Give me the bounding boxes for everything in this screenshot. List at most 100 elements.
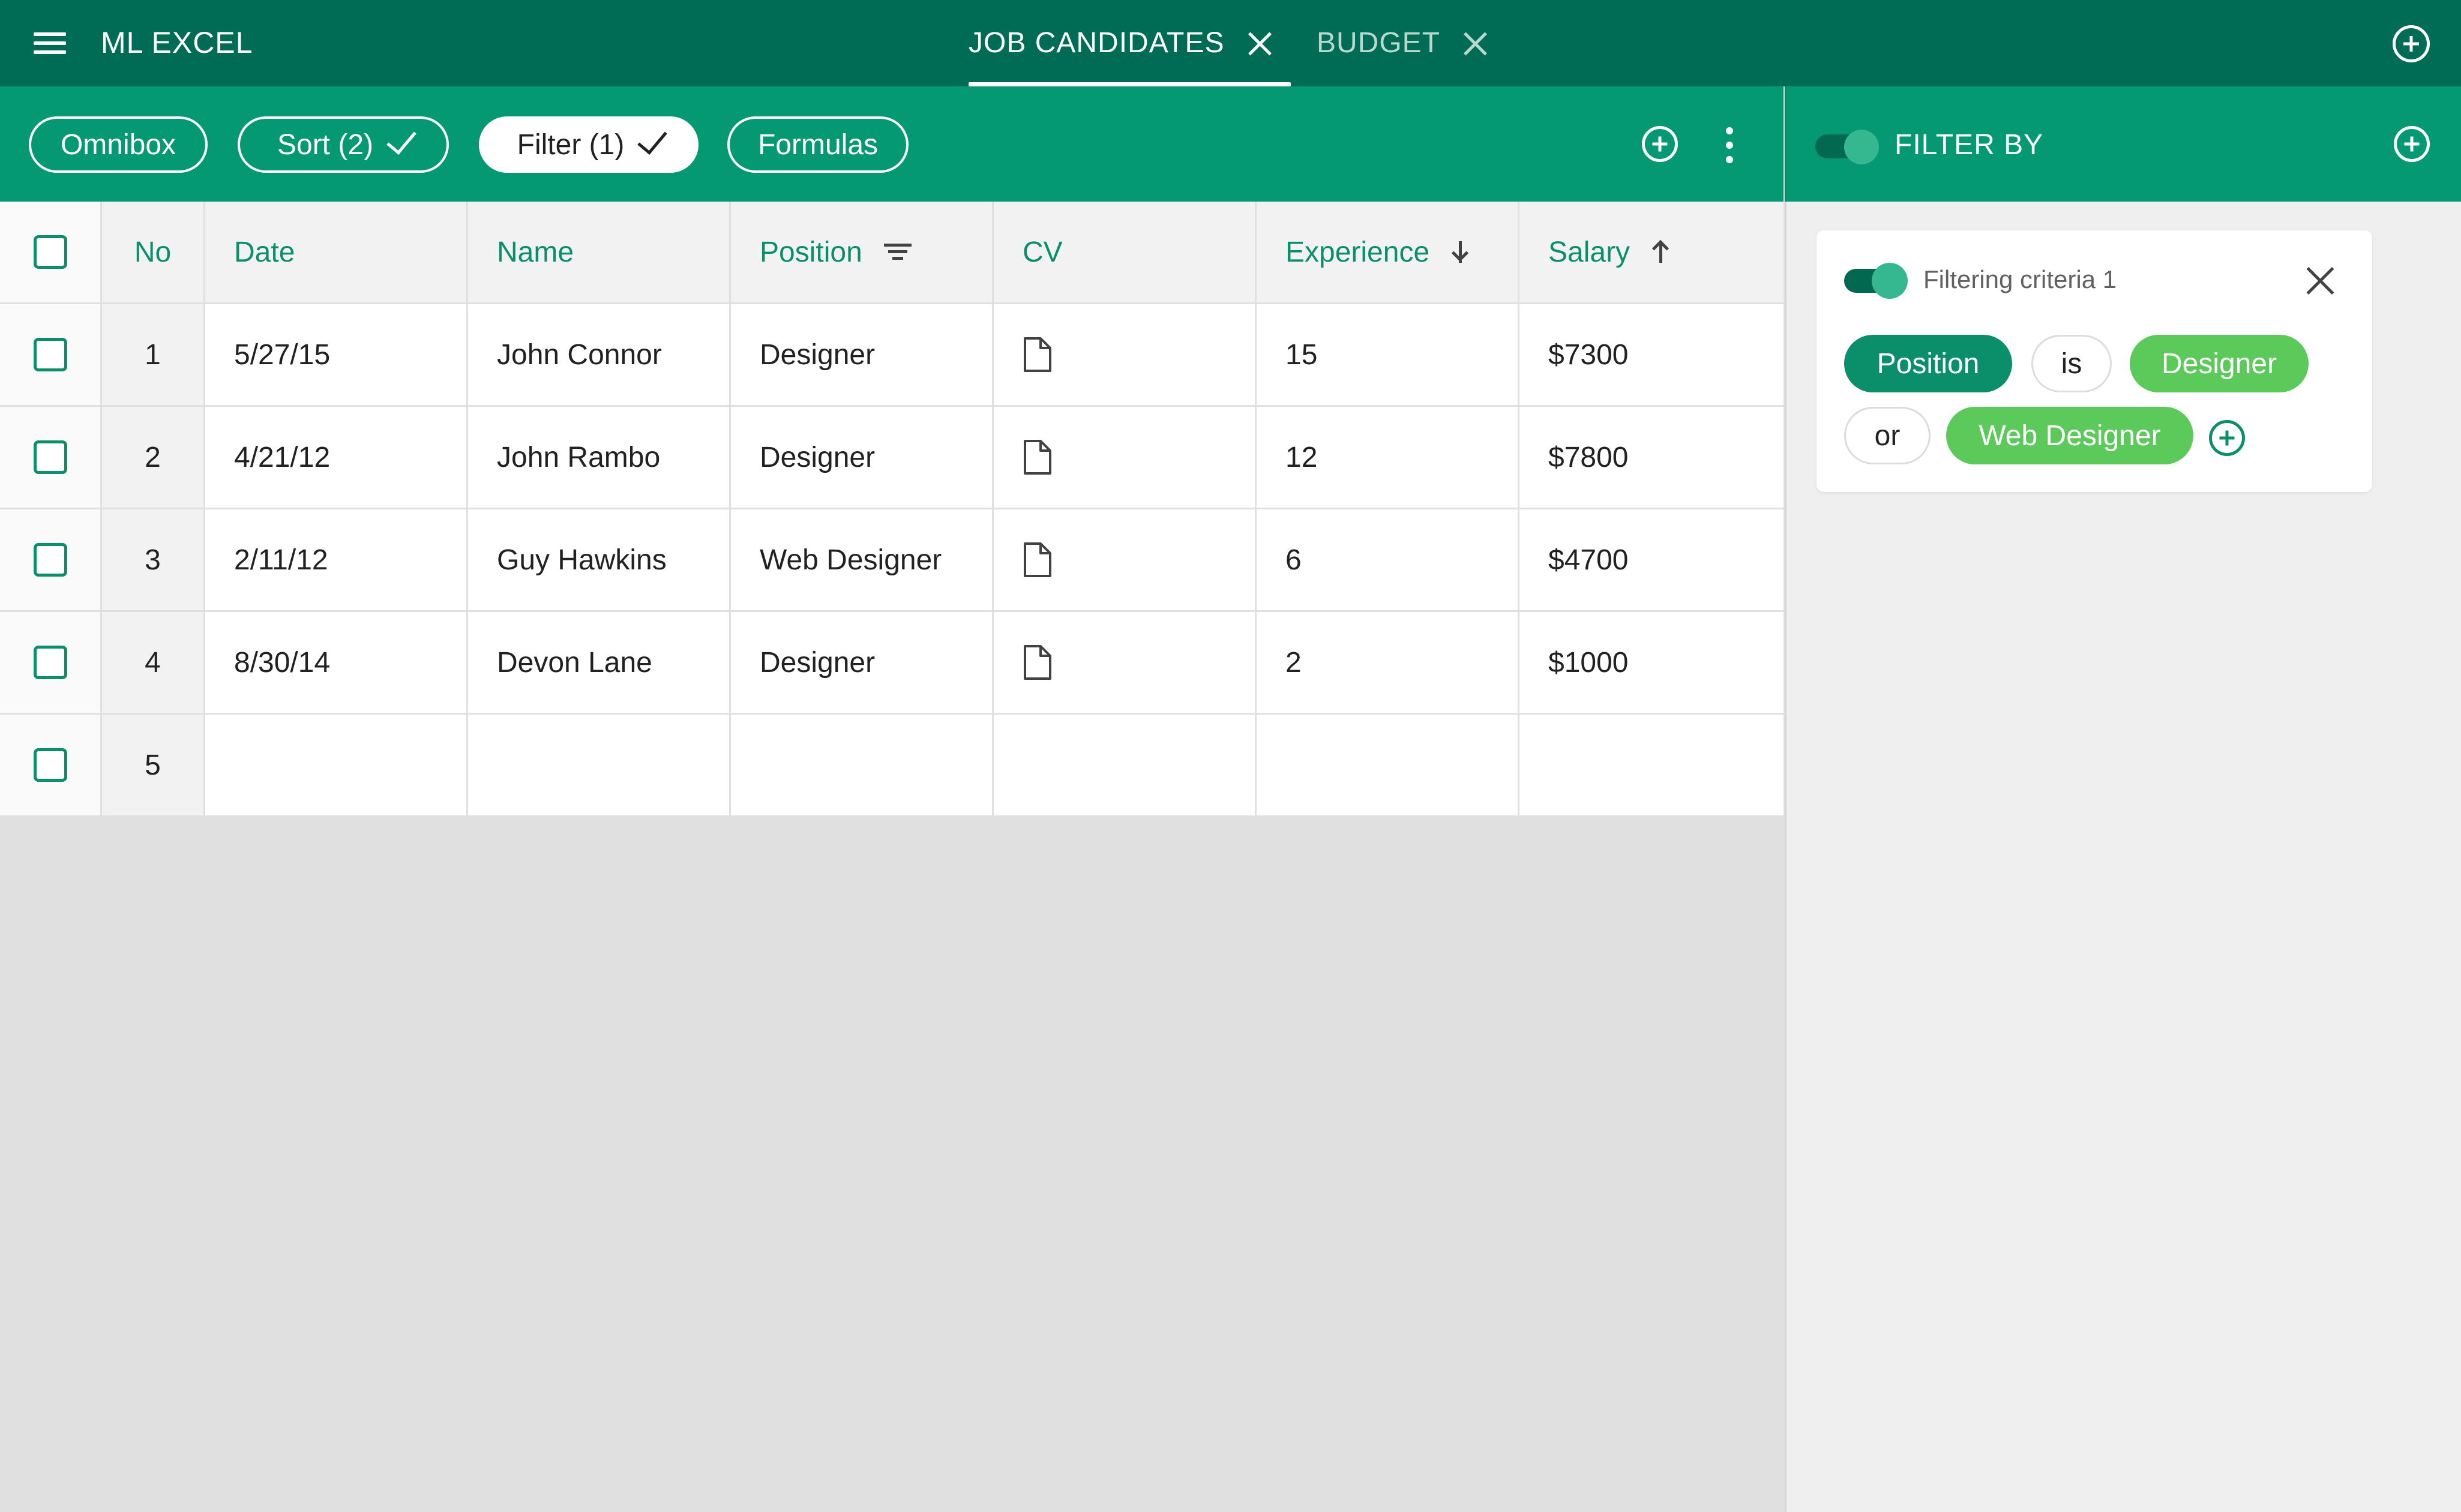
filter-enable-toggle[interactable] [1815, 130, 1880, 164]
column-header-no[interactable]: No [102, 202, 205, 302]
row-checkbox[interactable] [33, 338, 67, 371]
arrow-down-icon[interactable] [1451, 240, 1469, 264]
filter-panel: Filtering criteria 1 Position is Designe… [1785, 202, 2461, 1512]
salary-cell[interactable]: $4700 [1519, 509, 1783, 610]
sort-chip[interactable]: Sort (2) [238, 116, 449, 173]
data-table: No Date Name Position CV Experience Sala… [0, 202, 1783, 817]
column-label: Experience [1285, 236, 1430, 268]
salary-cell[interactable]: $7300 [1519, 304, 1783, 405]
column-label: Date [234, 236, 295, 268]
chip-label: Omnibox [60, 128, 176, 161]
criteria-field-pill[interactable]: Position [1844, 335, 2012, 392]
add-criteria-icon[interactable] [2394, 126, 2430, 162]
table-row: 3 2/11/12 Guy Hawkins Web Designer 6 $47… [0, 509, 1783, 612]
experience-cell[interactable]: 6 [1257, 509, 1519, 610]
column-label: No [134, 236, 172, 268]
position-cell[interactable] [731, 715, 994, 815]
filter-panel-title: FILTER BY [1895, 129, 2044, 161]
filter-criteria-card: Filtering criteria 1 Position is Designe… [1816, 230, 2372, 492]
date-cell[interactable]: 2/11/12 [205, 509, 468, 610]
criteria-value-pill[interactable]: Web Designer [1946, 407, 2193, 464]
salary-cell[interactable]: $7800 [1519, 407, 1783, 508]
tab-budget[interactable]: BUDGET [1317, 0, 1488, 86]
cv-cell[interactable] [994, 509, 1257, 610]
column-header-position[interactable]: Position [731, 202, 994, 302]
position-cell[interactable]: Designer [731, 304, 994, 405]
filter-chip[interactable]: Filter (1) [479, 116, 699, 173]
criteria-title: Filtering criteria 1 [1923, 265, 2117, 293]
salary-cell[interactable]: $1000 [1519, 612, 1783, 713]
formulas-chip[interactable]: Formulas [727, 116, 909, 173]
name-cell[interactable] [468, 715, 731, 815]
toolbar: Omnibox Sort (2) Filter (1) Formulas [0, 86, 1783, 202]
experience-cell[interactable]: 15 [1257, 304, 1519, 405]
column-header-cv[interactable]: CV [994, 202, 1257, 302]
cv-cell[interactable] [994, 407, 1257, 508]
criteria-value-pill[interactable]: Designer [2130, 335, 2309, 392]
close-icon[interactable] [2305, 265, 2336, 296]
column-header-date[interactable]: Date [205, 202, 468, 302]
row-number: 4 [102, 612, 205, 713]
criteria-operator-pill[interactable]: is [2031, 335, 2112, 392]
tab-job-candidates[interactable]: JOB CANDIDATES [969, 0, 1291, 86]
column-label: Salary [1548, 236, 1630, 268]
filter-icon[interactable] [883, 242, 912, 262]
experience-cell[interactable]: 2 [1257, 612, 1519, 713]
column-header-salary[interactable]: Salary [1519, 202, 1783, 302]
add-circle-icon[interactable] [1642, 126, 1678, 162]
tab-label: JOB CANDIDATES [969, 27, 1225, 59]
select-all-checkbox[interactable] [33, 235, 67, 269]
cv-cell[interactable] [994, 304, 1257, 405]
date-cell[interactable]: 4/21/12 [205, 407, 468, 508]
position-cell[interactable]: Designer [731, 407, 994, 508]
chip-label: Sort (2) [277, 128, 374, 161]
cv-cell[interactable] [994, 612, 1257, 713]
cv-cell[interactable] [994, 715, 1257, 815]
table-row: 5 [0, 715, 1783, 817]
column-header-name[interactable]: Name [468, 202, 731, 302]
omnibox-chip[interactable]: Omnibox [29, 116, 208, 173]
row-checkbox[interactable] [33, 748, 67, 782]
arrow-up-icon[interactable] [1651, 239, 1669, 264]
date-cell[interactable]: 5/27/15 [205, 304, 468, 405]
row-number: 3 [102, 509, 205, 610]
row-checkbox[interactable] [33, 440, 67, 474]
experience-cell[interactable] [1257, 715, 1519, 815]
column-label: CV [1023, 236, 1063, 268]
document-icon[interactable] [1023, 336, 1053, 373]
chip-label: Formulas [757, 128, 879, 161]
close-icon[interactable] [1462, 30, 1488, 56]
criteria-joiner-pill[interactable]: or [1844, 407, 1931, 464]
toggle-knob [1844, 130, 1879, 164]
salary-cell[interactable] [1519, 715, 1783, 815]
date-cell[interactable]: 8/30/14 [205, 612, 468, 713]
name-cell[interactable]: Guy Hawkins [468, 509, 731, 610]
hamburger-menu-icon[interactable] [31, 29, 68, 58]
empty-workspace [0, 816, 1783, 1512]
active-tab-indicator [969, 82, 1291, 86]
more-vert-icon[interactable] [1723, 127, 1735, 163]
row-number: 2 [102, 407, 205, 508]
table-row: 1 5/27/15 John Connor Designer 15 $7300 [0, 304, 1783, 407]
document-icon[interactable] [1023, 439, 1053, 476]
position-cell[interactable]: Web Designer [731, 509, 994, 610]
filter-panel-header: FILTER BY [1785, 86, 2461, 202]
name-cell[interactable]: Devon Lane [468, 612, 731, 713]
name-cell[interactable]: John Connor [468, 304, 731, 405]
position-cell[interactable]: Designer [731, 612, 994, 713]
close-icon[interactable] [1246, 30, 1273, 56]
row-checkbox[interactable] [33, 646, 67, 679]
row-select-cell [0, 509, 102, 610]
experience-cell[interactable]: 12 [1257, 407, 1519, 508]
criteria-toggle[interactable] [1844, 260, 1909, 299]
document-icon[interactable] [1023, 541, 1053, 578]
row-select-cell [0, 407, 102, 508]
add-value-icon[interactable] [2209, 420, 2245, 456]
toggle-knob [1872, 263, 1908, 299]
row-checkbox[interactable] [33, 543, 67, 577]
name-cell[interactable]: John Rambo [468, 407, 731, 508]
add-sheet-icon[interactable] [2393, 25, 2430, 62]
date-cell[interactable] [205, 715, 468, 815]
document-icon[interactable] [1023, 644, 1053, 681]
column-header-experience[interactable]: Experience [1257, 202, 1519, 302]
